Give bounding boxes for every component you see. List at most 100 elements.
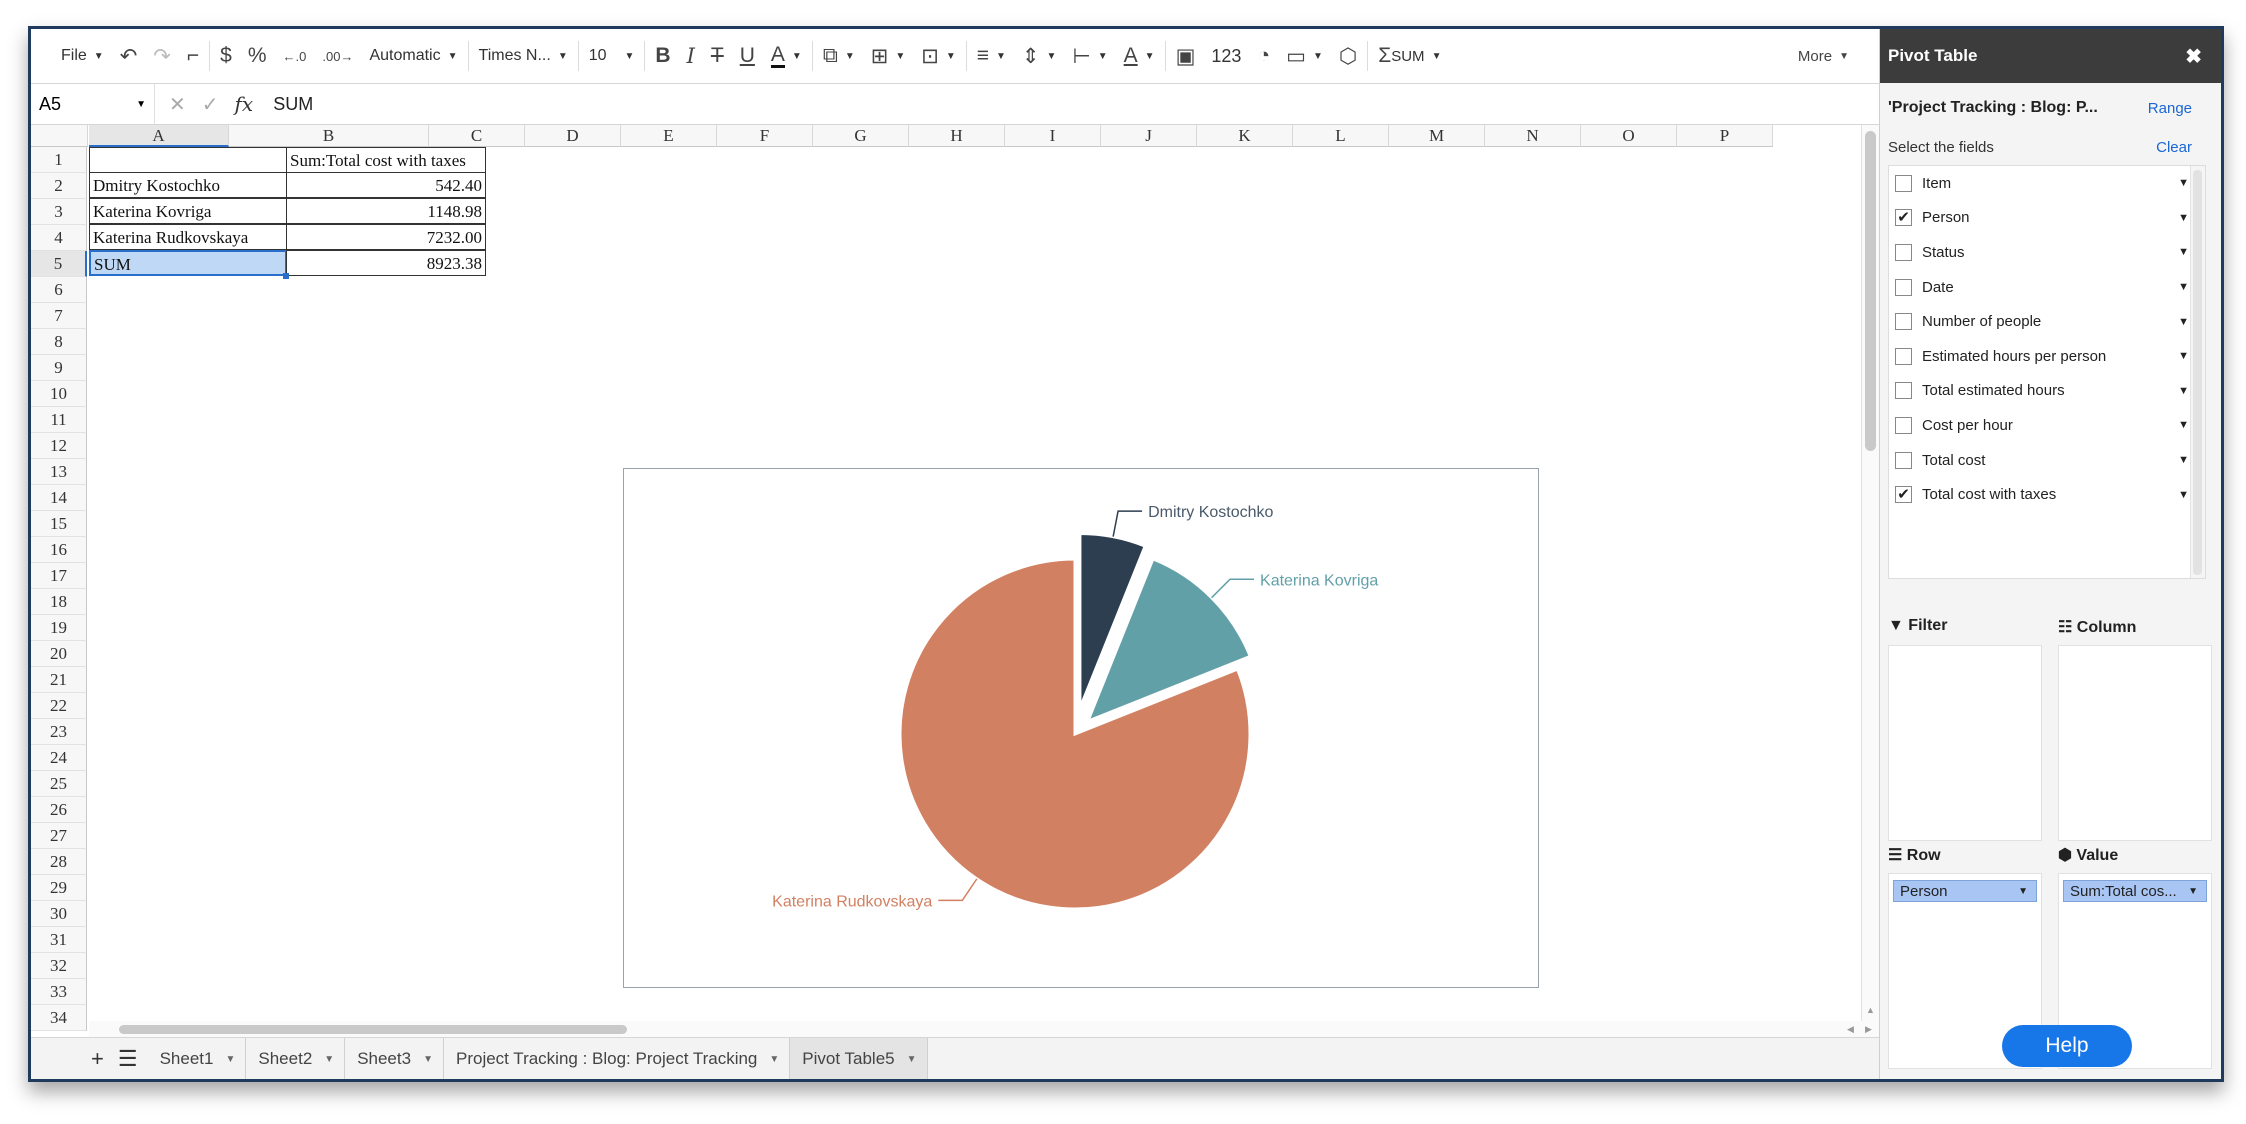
chevron-down-icon[interactable]: ▼ [2178,212,2189,224]
field-checkbox[interactable] [1895,243,1912,261]
column-header[interactable]: L [1293,125,1389,147]
chevron-down-icon[interactable]: ▼ [2178,246,2189,258]
pivot-button[interactable]: ⬡ [1331,29,1365,83]
table-row-value[interactable]: 7232.00 [286,224,486,250]
row-header[interactable]: 5 [31,251,87,277]
column-header[interactable]: F [717,125,813,147]
table-row-name[interactable]: Katerina Rudkovskaya [89,224,287,250]
increase-decimal-button[interactable]: .00→ [314,29,361,83]
number-button[interactable]: 123 [1203,29,1249,83]
column-header[interactable]: M [1389,125,1485,147]
chevron-down-icon[interactable]: ▼ [2178,419,2189,431]
field-checkbox[interactable] [1895,347,1912,365]
horizontal-scrollbar[interactable]: ◀ ▶ [89,1021,1879,1037]
vertical-scrollbar[interactable]: ▲ ▼ [1861,125,1880,1045]
table-row-name[interactable]: Katerina Kovriga [89,198,287,224]
row-header[interactable]: 22 [31,693,87,719]
cancel-icon[interactable]: ✕ [169,92,186,117]
value-field-chip[interactable]: Sum:Total cos... ▼ [2063,880,2207,902]
help-button[interactable]: Help [2002,1025,2132,1067]
text-color-button[interactable]: A ▼ [763,29,810,83]
tab-project-tracking[interactable]: Project Tracking : Blog: Project Trackin… [444,1038,791,1079]
currency-button[interactable]: $ [212,29,240,83]
chevron-down-icon[interactable]: ▼ [324,1054,334,1065]
row-header[interactable]: 24 [31,745,87,771]
more-button[interactable]: More ▼ [1798,29,1849,83]
row-header[interactable]: 26 [31,797,87,823]
row-header[interactable]: 17 [31,563,87,589]
range-link[interactable]: Range [2148,100,2192,117]
field-item[interactable]: Cost per hour ▼ [1889,408,2205,443]
column-header[interactable]: A [89,125,229,147]
close-icon[interactable]: ✖ [2185,44,2202,69]
chevron-down-icon[interactable]: ▼ [2178,350,2189,362]
row-header[interactable]: 4 [31,225,87,251]
field-checkbox[interactable] [1895,313,1912,331]
field-item[interactable]: Total cost ▼ [1889,443,2205,478]
select-all-corner[interactable] [31,125,88,147]
number-format-select[interactable]: Automatic ▼ [361,29,465,83]
row-header[interactable]: 19 [31,615,87,641]
row-header[interactable]: 12 [31,433,87,459]
clear-link[interactable]: Clear [2156,139,2192,161]
sum-button[interactable]: Σ SUM ▼ [1370,29,1449,83]
font-size-select[interactable]: 10 ▼ [581,29,643,83]
column-header[interactable]: I [1005,125,1101,147]
row-header[interactable]: 34 [31,1005,87,1031]
tab-sheet2[interactable]: Sheet2 ▼ [246,1038,346,1079]
name-box[interactable]: A5 ▼ [31,84,155,124]
column-header[interactable]: P [1677,125,1773,147]
field-item[interactable]: Number of people ▼ [1889,304,2205,339]
filter-drop-area[interactable] [1888,645,2042,841]
row-header[interactable]: 25 [31,771,87,797]
row-header[interactable]: 15 [31,511,87,537]
italic-button[interactable]: I [679,29,703,83]
redo-button[interactable]: ↷ [145,29,179,83]
field-item[interactable]: Item ▼ [1889,166,2205,201]
chevron-down-icon[interactable]: ▼ [2178,454,2189,466]
decrease-decimal-button[interactable]: ←.0 [275,29,315,83]
row-header[interactable]: 10 [31,381,87,407]
table-row-value[interactable]: 542.40 [286,172,486,198]
percent-button[interactable]: % [240,29,275,83]
column-drop-area[interactable] [2058,645,2212,841]
cell-a1[interactable] [89,147,287,173]
column-header[interactable]: D [525,125,621,147]
chevron-down-icon[interactable]: ▼ [2178,316,2189,328]
column-header[interactable]: K [1197,125,1293,147]
insert-image-button[interactable]: ▣ [1168,29,1204,83]
pie-chart[interactable]: Dmitry Kostochko Katerina Kovriga Katerina… [623,468,1539,988]
merge-button[interactable]: ⊡ ▼ [913,29,964,83]
scroll-left-icon[interactable]: ◀ [1847,1024,1854,1035]
chevron-down-icon[interactable]: ▼ [423,1054,433,1065]
field-item[interactable]: Status ▼ [1889,235,2205,270]
row-header[interactable]: 14 [31,485,87,511]
row-header[interactable]: 7 [31,303,87,329]
column-header[interactable]: E [621,125,717,147]
underline-button[interactable]: U [732,29,763,83]
field-checkbox[interactable] [1895,278,1912,296]
insert-chart-button[interactable]: ◔ [1249,29,1278,83]
chevron-down-icon[interactable]: ▼ [2178,385,2189,397]
chevron-down-icon[interactable]: ▼ [2018,881,2028,901]
file-menu[interactable]: File ▼ [31,29,112,83]
chevron-down-icon[interactable]: ▼ [2178,177,2189,189]
add-sheet-icon[interactable]: + [91,1046,104,1072]
column-header[interactable]: C [429,125,525,147]
row-header[interactable]: 8 [31,329,87,355]
field-checkbox[interactable]: ✔ [1895,209,1912,227]
table-row-value[interactable]: 8923.38 [286,250,486,276]
formula-input[interactable]: SUM [267,94,313,115]
column-header[interactable]: H [909,125,1005,147]
selected-cell-a5[interactable]: SUM [89,250,287,276]
field-item[interactable]: Total estimated hours ▼ [1889,374,2205,409]
row-header[interactable]: 31 [31,927,87,953]
row-header[interactable]: 30 [31,901,87,927]
bold-button[interactable]: B [647,29,678,83]
row-field-chip[interactable]: Person ▼ [1893,880,2037,902]
row-header[interactable]: 9 [31,355,87,381]
confirm-icon[interactable]: ✓ [202,92,219,117]
row-header[interactable]: 6 [31,277,87,303]
chevron-down-icon[interactable]: ▼ [907,1054,917,1065]
fill-color-button[interactable]: ⧉ ▼ [815,29,863,83]
